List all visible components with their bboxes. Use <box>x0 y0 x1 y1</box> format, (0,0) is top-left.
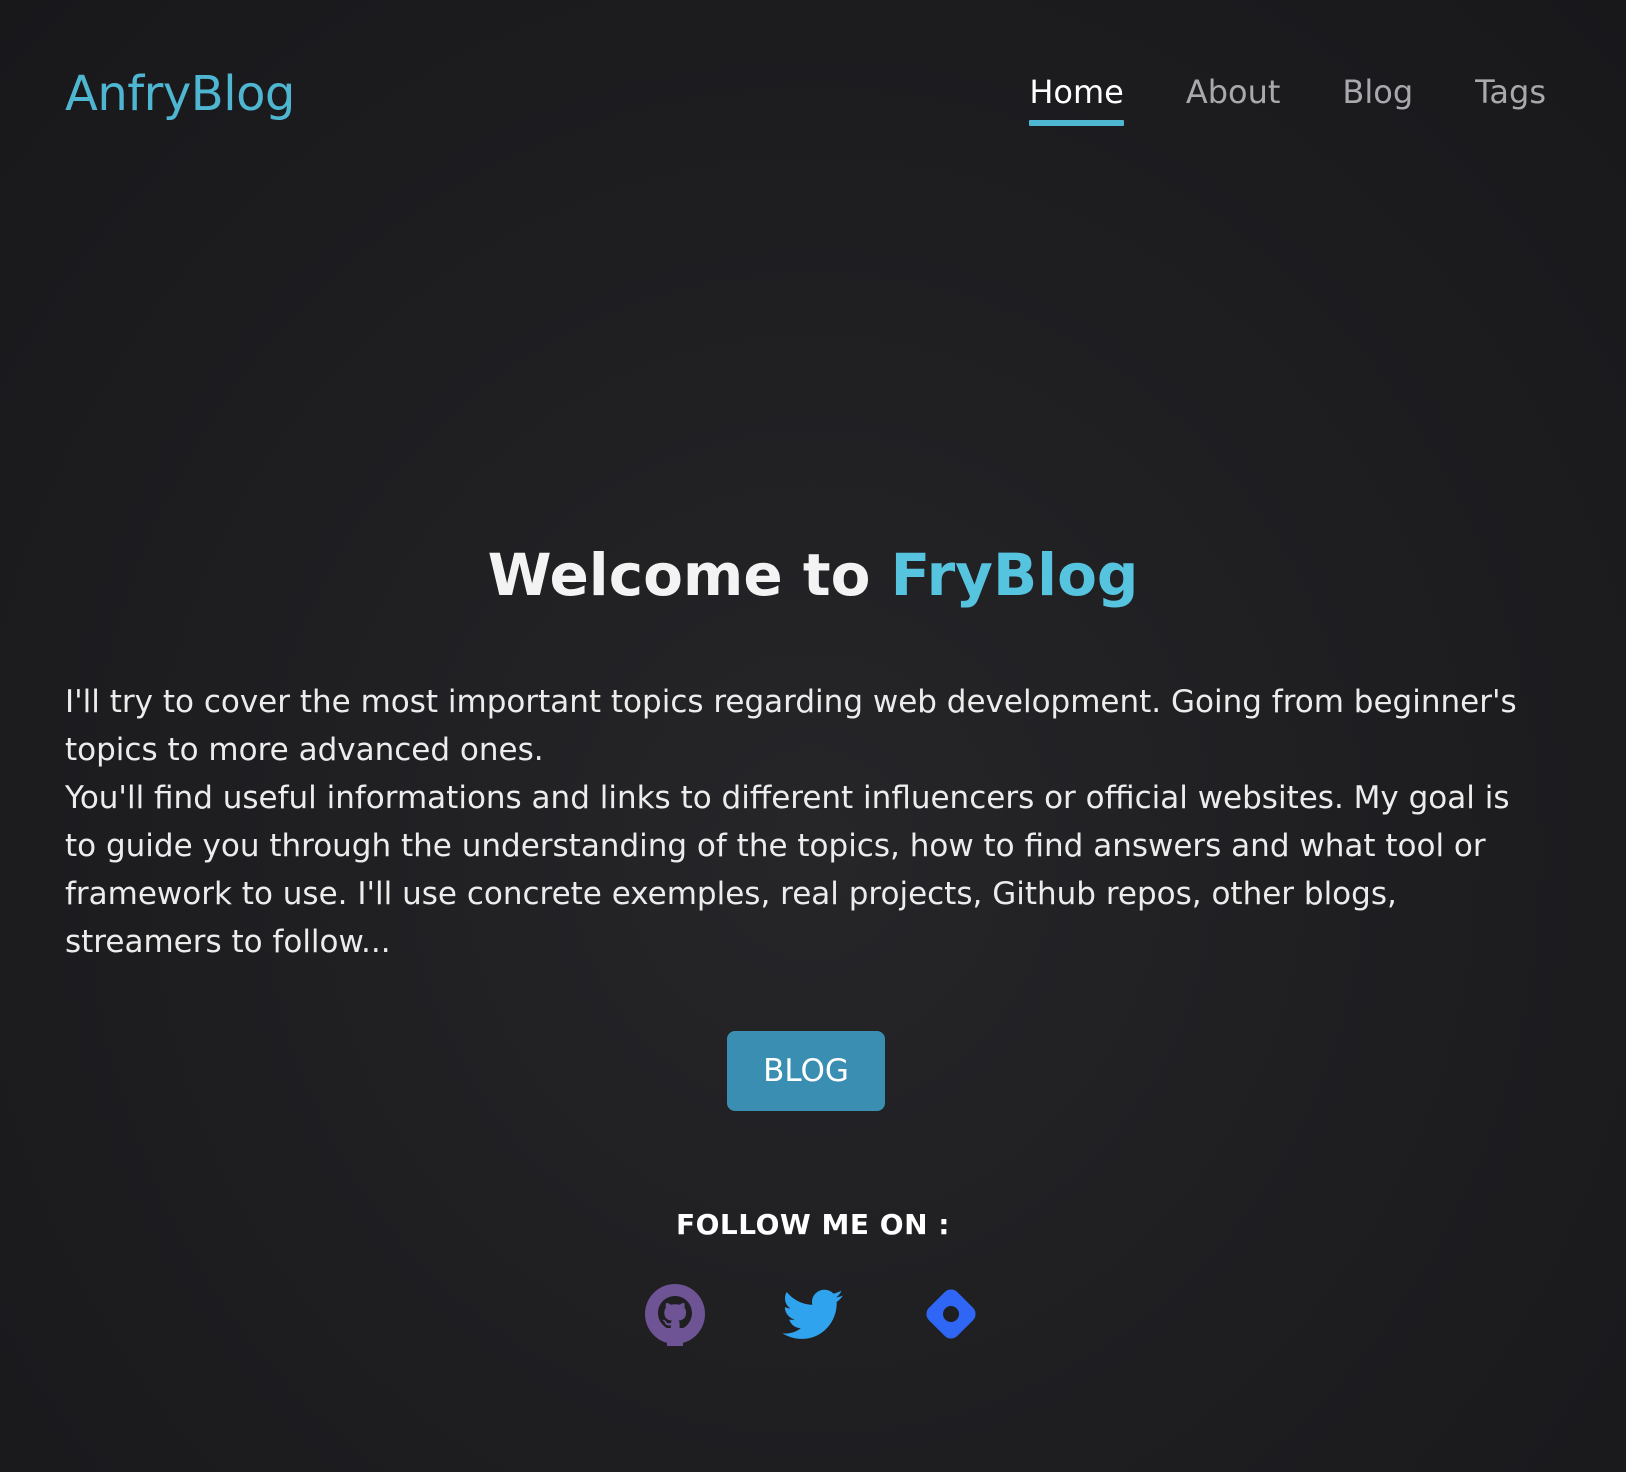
social-links <box>0 1282 1626 1346</box>
diamond-link[interactable] <box>919 1282 983 1346</box>
twitter-icon <box>782 1289 843 1339</box>
main-nav: Home About Blog Tags <box>1029 68 1546 126</box>
title-prefix: Welcome to <box>487 541 891 609</box>
github-link[interactable] <box>643 1282 707 1346</box>
diamond-icon <box>926 1289 976 1339</box>
page-title: Welcome to FryBlog <box>0 530 1626 620</box>
intro-paragraph-2: You'll find useful informations and link… <box>65 780 1510 960</box>
intro-text: I'll try to cover the most important top… <box>65 678 1535 966</box>
nav-tags[interactable]: Tags <box>1475 68 1546 126</box>
twitter-link[interactable] <box>781 1282 845 1346</box>
site-header: AnfryBlog Home About Blog Tags <box>0 0 1626 190</box>
nav-about[interactable]: About <box>1186 68 1281 126</box>
follow-heading: FOLLOW ME ON : <box>676 1208 950 1241</box>
hero-section: Welcome to FryBlog <box>0 530 1626 620</box>
intro-paragraph-1: I'll try to cover the most important top… <box>65 684 1517 768</box>
nav-blog[interactable]: Blog <box>1342 68 1413 126</box>
title-accent: FryBlog <box>890 541 1139 609</box>
github-icon <box>645 1284 705 1346</box>
nav-home[interactable]: Home <box>1029 68 1124 126</box>
site-logo[interactable]: AnfryBlog <box>65 62 295 126</box>
blog-button[interactable]: BLOG <box>727 1031 885 1111</box>
